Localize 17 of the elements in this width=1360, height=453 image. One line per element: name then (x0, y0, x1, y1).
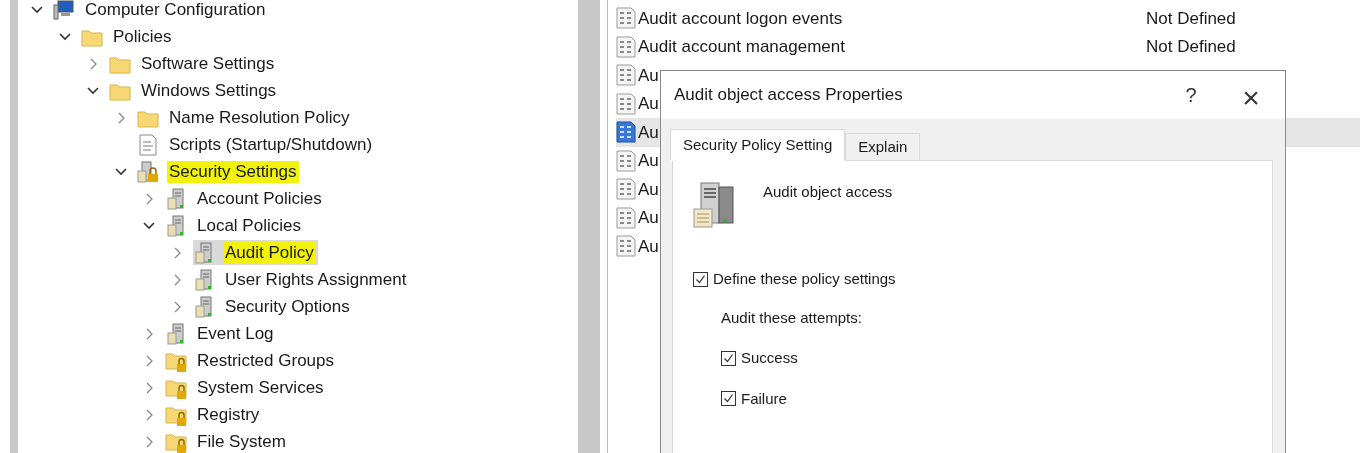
section-label: Audit these attempts: (721, 307, 863, 328)
policy-setting: Not Defined (1146, 36, 1236, 58)
policy-name: Au (638, 207, 659, 229)
dialog-title: Audit object access Properties (674, 84, 904, 107)
policy-name: Au (638, 235, 659, 258)
policy-setting: Not Defined (1146, 7, 1236, 30)
policy-name: Au (638, 64, 659, 87)
policy-name: Au (638, 121, 659, 144)
policy-name: Au (638, 150, 659, 172)
policy-name: Au (638, 93, 659, 115)
checkbox-label: Success (741, 348, 798, 368)
policy-name: Audit account logon events (638, 7, 843, 30)
checkbox-label: Failure (741, 388, 787, 409)
policy-name: Au (638, 178, 659, 201)
checkbox-label: Define these policy settings (713, 269, 896, 289)
policy-title: Audit object access (763, 182, 893, 202)
policy-name: Audit account management (638, 36, 845, 58)
